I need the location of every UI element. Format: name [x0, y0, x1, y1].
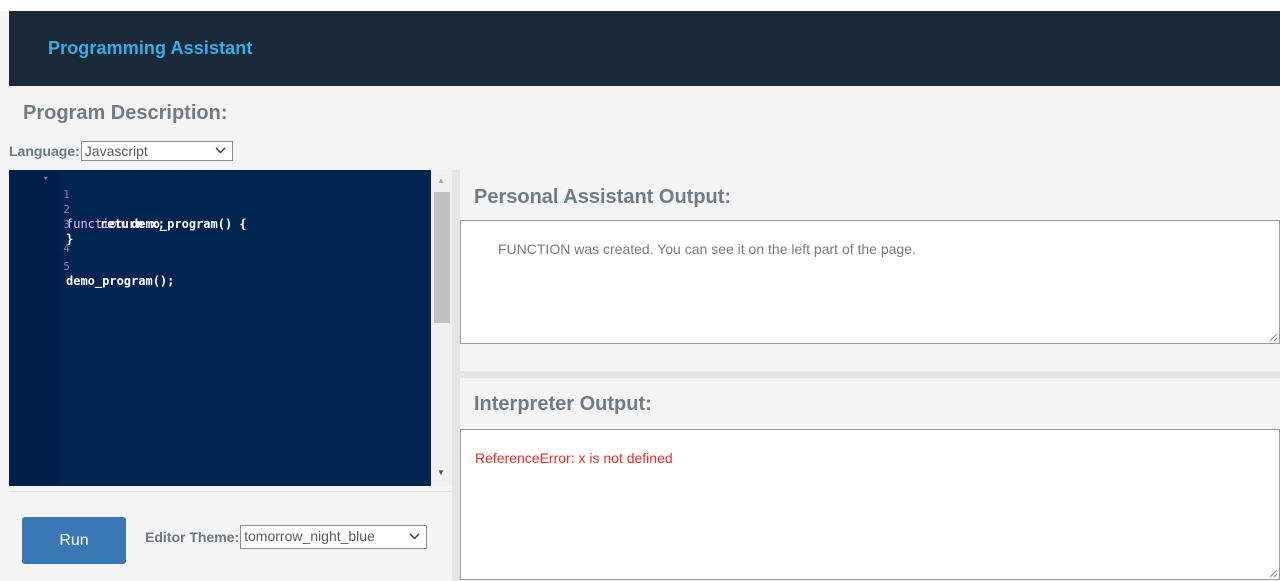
editor-line: 3 } [9, 202, 73, 246]
assistant-output-textarea[interactable]: FUNCTION was created. You can see it on … [460, 220, 1280, 344]
line-number: 2 [63, 203, 70, 216]
line-number: 1 [63, 188, 70, 201]
fold-arrow-icon[interactable]: ▾ [43, 172, 48, 187]
top-strip [0, 0, 1280, 11]
assistant-output-heading: Personal Assistant Output: [474, 186, 732, 208]
editor-theme-label: Editor Theme: [145, 529, 240, 545]
horizontal-divider[interactable] [460, 371, 1280, 378]
vertical-divider[interactable] [452, 170, 460, 580]
editor-line: 5 demo_program(); [9, 244, 174, 288]
scroll-down-arrow-icon[interactable]: ▼ [437, 468, 445, 477]
resize-handle-icon[interactable] [1268, 332, 1278, 342]
interpreter-output-textarea[interactable]: ReferenceError: x is not defined [460, 429, 1280, 580]
chevron-down-icon [409, 529, 420, 548]
code-keyword: return [100, 217, 144, 231]
line-number: 5 [63, 260, 70, 273]
editor-line: 2 return x; [9, 187, 165, 231]
program-description-heading: Program Description: [23, 102, 228, 124]
code-editor[interactable]: 1 ▾ function demo_program() { 2 return x… [9, 170, 452, 486]
code-text-rest: x; [143, 217, 166, 231]
resize-handle-icon[interactable] [1268, 568, 1278, 578]
app-title[interactable]: Programming Assistant [48, 38, 252, 59]
language-row: Language: Javascript [9, 140, 233, 162]
assistant-output-text: FUNCTION was created. You can see it on … [498, 241, 916, 257]
chevron-down-icon [215, 143, 226, 162]
scroll-up-arrow-icon[interactable]: ▲ [437, 176, 445, 185]
interpreter-output-heading: Interpreter Output: [474, 393, 652, 415]
navbar: Programming Assistant [9, 11, 1280, 86]
editor-line: 4 [9, 226, 70, 255]
code-text: return x; [100, 217, 165, 232]
theme-select-value: tomorrow_night_blue [244, 528, 375, 544]
scrollbar-thumb[interactable] [434, 192, 450, 323]
run-button[interactable]: Run [22, 517, 126, 564]
language-label: Language: [9, 143, 80, 159]
editor-scrollbar[interactable]: ▲ ▼ [431, 170, 452, 486]
editor-line: 1 ▾ function demo_program() { [9, 172, 247, 231]
interpreter-output-text: ReferenceError: x is not defined [475, 450, 673, 466]
editor-theme-select[interactable]: tomorrow_night_blue [240, 525, 428, 549]
line-number: 4 [63, 242, 70, 255]
theme-row: Editor Theme: tomorrow_night_blue [145, 525, 428, 549]
left-margin [0, 11, 9, 580]
code-text: demo_program(); [66, 274, 175, 288]
language-select[interactable]: Javascript [80, 141, 233, 162]
line-number: 3 [63, 218, 70, 231]
language-select-value: Javascript [84, 143, 148, 159]
